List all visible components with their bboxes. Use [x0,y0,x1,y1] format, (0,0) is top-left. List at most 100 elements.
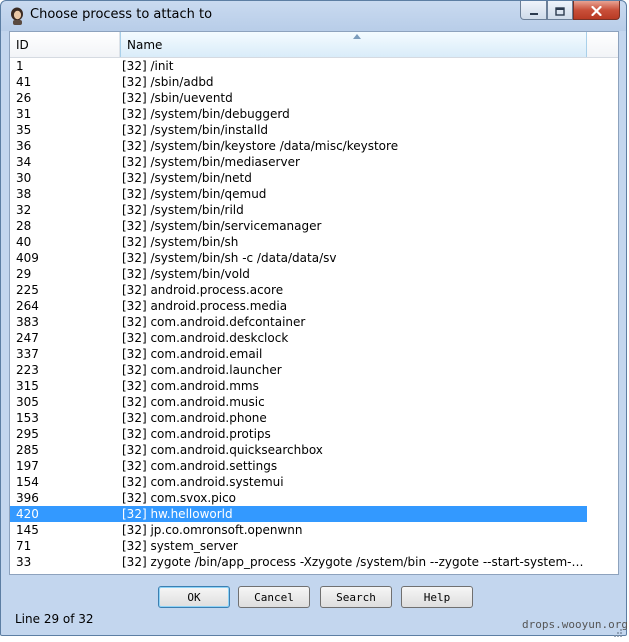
row-id: 34 [16,155,32,169]
row-id: 32 [16,203,32,217]
process-list[interactable]: ID Name 1 [32] /init 41 [32] /sbin/adbd 26 [3… [9,31,619,575]
row-id: 420 [16,507,39,521]
table-row[interactable]: 247 [32] com.android.deskclock [10,330,618,346]
status-line: Line 29 of 32 [15,612,94,626]
row-id: 36 [16,139,32,153]
row-id: 30 [16,171,32,185]
table-row[interactable]: 38 [32] /system/bin/qemud [10,186,618,202]
table-row[interactable]: 154 [32] com.android.systemui [10,474,618,490]
table-row[interactable]: 396 [32] com.svox.pico [10,490,618,506]
row-id: 264 [16,299,39,313]
table-row[interactable]: 26 [32] /sbin/ueventd [10,90,618,106]
row-name: [32] /system/bin/servicemanager [122,219,322,233]
row-name: [32] /sbin/ueventd [122,91,233,105]
row-id: 35 [16,123,32,137]
table-row[interactable]: 40 [32] /system/bin/sh [10,234,618,250]
row-name: [32] com.android.mms [122,379,259,393]
table-row[interactable]: 285 [32] com.android.quicksearchbox [10,442,618,458]
row-id: 223 [16,363,39,377]
button-bar: OK Cancel Search Help [1,586,626,610]
table-row-selected[interactable]: 420 [32] hw.helloworld [10,506,587,522]
table-row[interactable]: 305 [32] com.android.music [10,394,618,410]
row-name: [32] com.android.systemui [122,475,284,489]
row-id: 26 [16,91,32,105]
table-row[interactable]: 145 [32] jp.co.omronsoft.openwnn [10,522,618,538]
close-button[interactable] [573,1,620,20]
row-id: 295 [16,427,39,441]
minimize-button[interactable] [520,1,547,20]
row-id: 153 [16,411,39,425]
table-row[interactable]: 383 [32] com.android.defcontainer [10,314,618,330]
search-button[interactable]: Search [320,586,392,608]
table-row[interactable]: 1 [32] /init [10,58,618,74]
table-row[interactable]: 41 [32] /sbin/adbd [10,74,618,90]
row-id: 41 [16,75,32,89]
row-id: 33 [16,555,32,569]
resize-grip-icon[interactable] [613,623,623,637]
row-id: 383 [16,315,39,329]
title-bar[interactable]: Choose process to attach to [1,1,626,31]
table-row[interactable]: 34 [32] /system/bin/mediaserver [10,154,618,170]
table-row[interactable]: 36 [32] /system/bin/keystore /data/misc/k… [10,138,618,154]
row-name: [32] com.android.protips [122,427,271,441]
row-id: 396 [16,491,39,505]
row-name: [32] zygote /bin/app_process -Xzygote /s… [122,555,584,569]
row-name: [32] com.android.email [122,347,263,361]
column-header-id[interactable]: ID [10,32,120,57]
row-name: [32] hw.helloworld [122,507,233,521]
row-name: [32] /system/bin/keystore /data/misc/key… [122,139,399,153]
row-id: 409 [16,251,39,265]
attach-process-dialog: Choose process to attach to ID Name 1 [3… [0,0,628,637]
table-row[interactable]: 409 [32] /system/bin/sh -c /data/data/sv [10,250,618,266]
column-header-name[interactable]: Name [120,32,587,57]
column-header-name-label: Name [127,38,163,52]
cancel-button[interactable]: Cancel [238,586,310,608]
row-name: [32] com.android.launcher [122,363,282,377]
table-row[interactable]: 31 [32] /system/bin/debuggerd [10,106,618,122]
row-name: [32] /system/bin/debuggerd [122,107,290,121]
row-id: 305 [16,395,39,409]
table-row[interactable]: 337 [32] com.android.email [10,346,618,362]
window-title: Choose process to attach to [30,7,213,22]
row-name: [32] system_server [122,539,238,553]
row-name: [32] /system/bin/installd [122,123,269,137]
row-name: [32] /system/bin/qemud [122,187,267,201]
row-id: 40 [16,235,32,249]
close-icon [591,1,602,20]
row-name: [32] android.process.media [122,299,288,313]
row-name: [32] /system/bin/mediaserver [122,155,300,169]
table-row[interactable]: 35 [32] /system/bin/installd [10,122,618,138]
row-id: 197 [16,459,39,473]
table-row[interactable]: 315 [32] com.android.mms [10,378,618,394]
table-row[interactable]: 223 [32] com.android.launcher [10,362,618,378]
row-id: 337 [16,347,39,361]
table-row[interactable]: 29 [32] /system/bin/vold [10,266,618,282]
table-row[interactable]: 153 [32] com.android.phone [10,410,618,426]
row-name: [32] android.process.acore [122,283,284,297]
row-name: [32] com.android.settings [122,459,278,473]
table-row[interactable]: 197 [32] com.android.settings [10,458,618,474]
table-row[interactable]: 225 [32] android.process.acore [10,282,618,298]
table-row[interactable]: 32 [32] /system/bin/rild [10,202,618,218]
table-row[interactable]: 33 [32] zygote /bin/app_process -Xzygote … [10,554,618,570]
row-id: 315 [16,379,39,393]
table-row[interactable]: 295 [32] com.android.protips [10,426,618,442]
table-row[interactable]: 28 [32] /system/bin/servicemanager [10,218,618,234]
row-name: [32] /system/bin/sh -c /data/data/sv [122,251,337,265]
row-name: [32] /system/bin/sh [122,235,239,249]
row-id: 1 [16,59,24,73]
row-id: 145 [16,523,39,537]
row-id: 154 [16,475,39,489]
row-name: [32] /system/bin/rild [122,203,244,217]
ok-button[interactable]: OK [158,586,230,608]
help-button[interactable]: Help [401,586,473,608]
table-row[interactable]: 30 [32] /system/bin/netd [10,170,618,186]
sort-ascending-icon [353,32,361,41]
row-id: 31 [16,107,32,121]
table-row[interactable]: 264 [32] android.process.media [10,298,618,314]
row-name: [32] com.android.phone [122,411,267,425]
row-id: 71 [16,539,32,553]
row-id: 225 [16,283,39,297]
table-row[interactable]: 71 [32] system_server [10,538,618,554]
maximize-button[interactable] [547,1,573,20]
